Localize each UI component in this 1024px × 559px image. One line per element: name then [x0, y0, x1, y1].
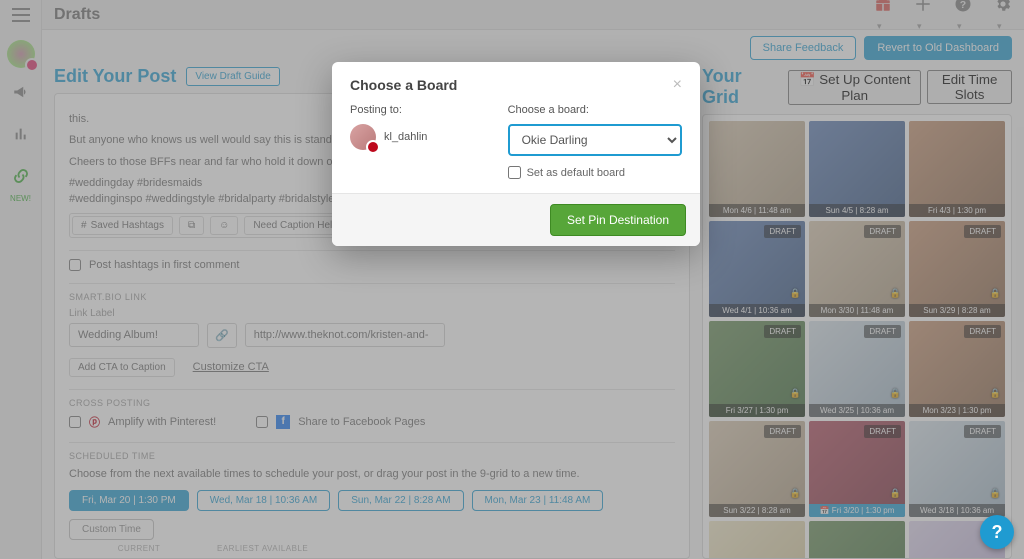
set-default-board-checkbox[interactable]: Set as default board [508, 166, 682, 179]
pinterest-badge-icon [366, 140, 380, 154]
choose-board-modal: Choose a Board × Posting to: kl_dahlin C… [332, 62, 700, 246]
posting-account-row: kl_dahlin [350, 124, 490, 150]
checkbox-input[interactable] [508, 166, 521, 179]
account-username: kl_dahlin [384, 131, 427, 143]
modal-close-icon[interactable]: × [673, 76, 682, 94]
help-fab-icon[interactable]: ? [980, 515, 1014, 549]
set-pin-destination-button[interactable]: Set Pin Destination [550, 204, 686, 236]
modal-title: Choose a Board [350, 77, 457, 93]
choose-board-label: Choose a board: [508, 104, 682, 116]
board-select[interactable]: Okie Darling [508, 124, 682, 156]
account-avatar [350, 124, 376, 150]
posting-to-label: Posting to: [350, 104, 490, 116]
